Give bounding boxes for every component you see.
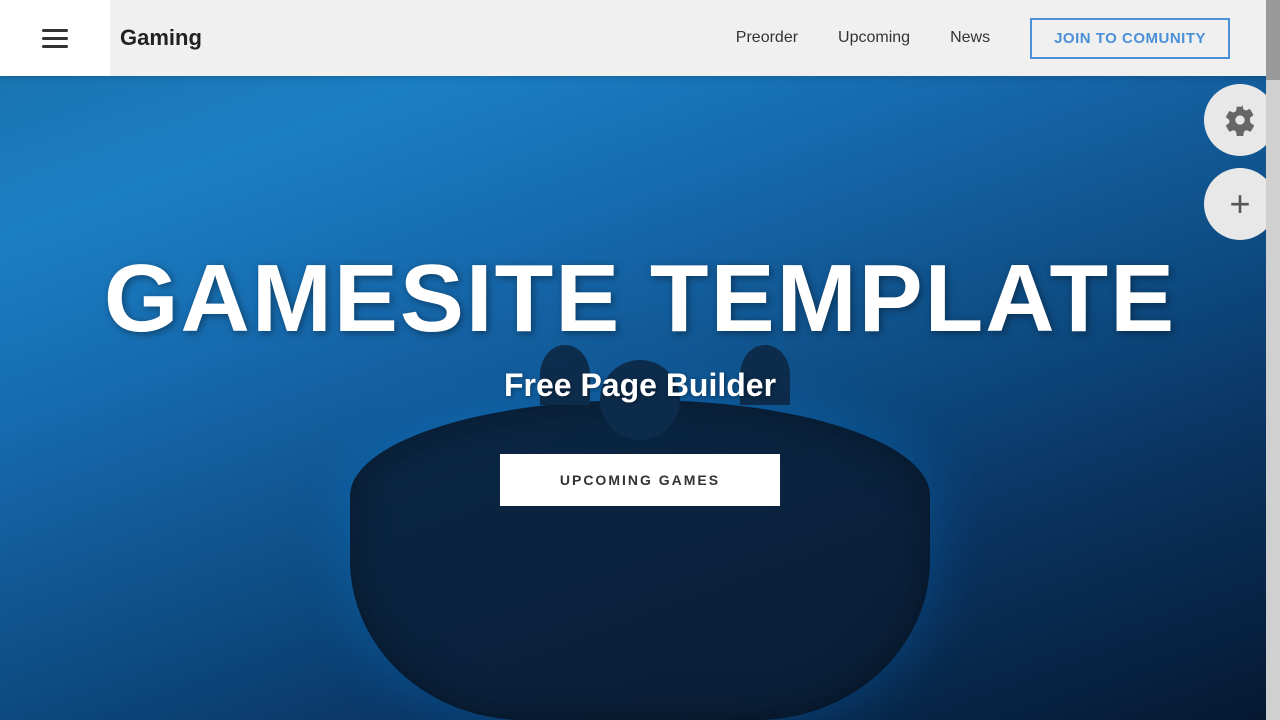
nav-news[interactable]: News — [950, 29, 990, 47]
hero-title: GAMESITE TEMPLATE — [104, 251, 1176, 347]
scrollbar[interactable] — [1266, 0, 1280, 720]
nav-upcoming[interactable]: Upcoming — [838, 29, 910, 47]
scrollbar-thumb[interactable] — [1266, 0, 1280, 80]
menu-button[interactable] — [0, 0, 110, 76]
hero-subtitle: Free Page Builder — [504, 367, 776, 404]
hero-content: GAMESITE TEMPLATE Free Page Builder UPCO… — [0, 76, 1280, 720]
upcoming-games-button[interactable]: UPCOMING GAMES — [500, 454, 780, 506]
join-community-button[interactable]: JOIN TO COMUNITY — [1030, 18, 1230, 59]
header: Gaming Preorder Upcoming News JOIN TO CO… — [0, 0, 1280, 76]
nav-preorder[interactable]: Preorder — [736, 29, 798, 47]
gear-icon — [1224, 104, 1256, 136]
plus-icon: + — [1229, 186, 1250, 222]
main-nav: Preorder Upcoming News JOIN TO COMUNITY — [736, 18, 1250, 59]
hamburger-icon — [42, 29, 68, 48]
brand-name: Gaming — [120, 25, 736, 51]
